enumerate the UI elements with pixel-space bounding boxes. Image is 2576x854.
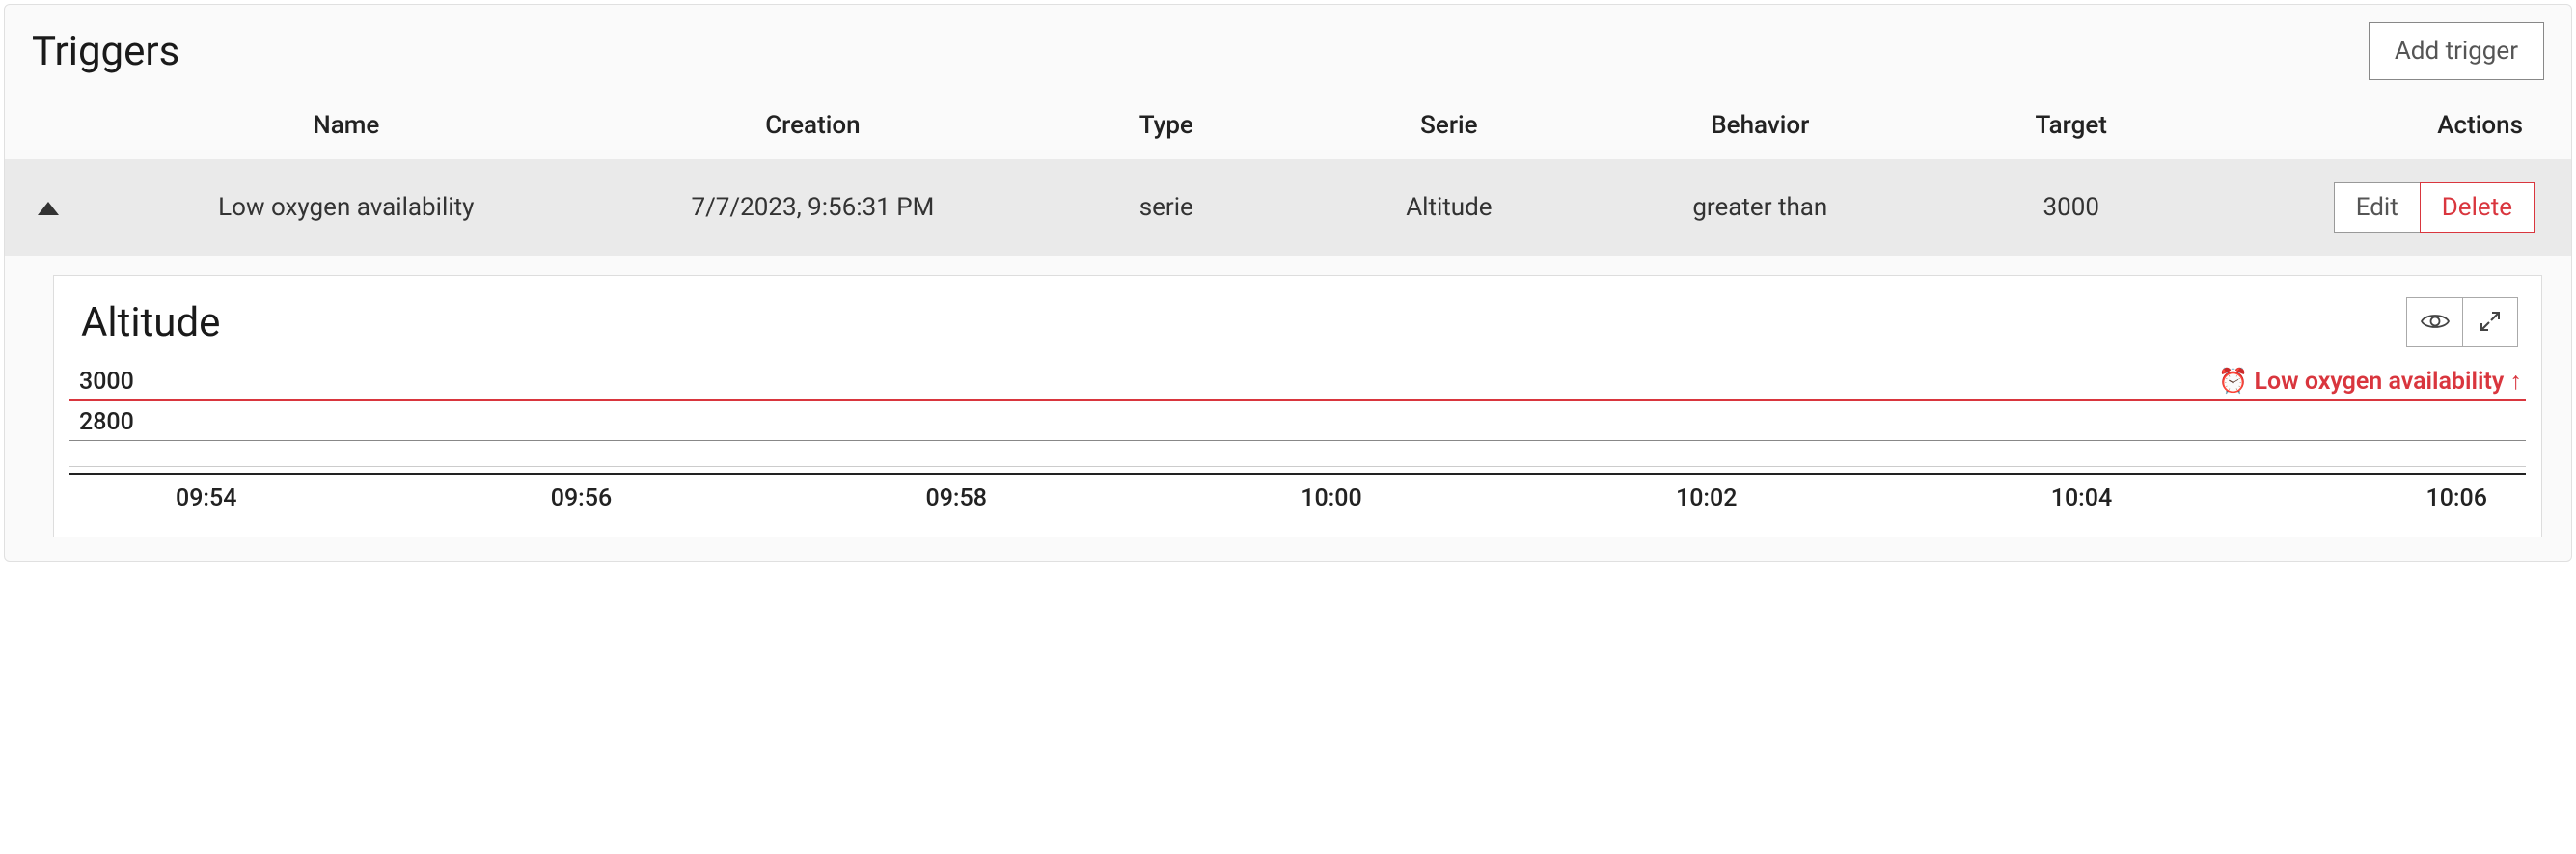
col-name: Name xyxy=(92,111,601,140)
panel-header: Triggers Add trigger xyxy=(5,5,2571,92)
expand-button[interactable] xyxy=(2462,297,2518,347)
grid-line-minor xyxy=(69,466,2526,467)
x-tick-label: 10:00 xyxy=(1301,484,1361,512)
col-creation: Creation xyxy=(601,111,1026,140)
col-actions: Actions xyxy=(2212,111,2552,140)
chart-actions xyxy=(2406,297,2518,347)
threshold-line: 3000 ⏰ Low oxygen availability ↑ xyxy=(69,399,2526,401)
chart-area: 3000 ⏰ Low oxygen availability ↑ 2800 09… xyxy=(69,365,2526,519)
expand-icon xyxy=(2479,310,2502,336)
triggers-panel: Triggers Add trigger Name Creation Type … xyxy=(4,4,2572,562)
cell-creation: 7/7/2023, 9:56:31 PM xyxy=(601,193,1026,222)
col-type: Type xyxy=(1025,111,1307,140)
cell-serie: Altitude xyxy=(1307,193,1590,222)
y-tick-label: 2800 xyxy=(79,408,134,436)
chart-header: Altitude xyxy=(69,297,2526,357)
page-title: Triggers xyxy=(32,28,179,75)
chart-title: Altitude xyxy=(81,299,220,346)
table-header-row: Name Creation Type Serie Behavior Target… xyxy=(5,92,2571,159)
col-target: Target xyxy=(1930,111,2212,140)
grid-line: 2800 xyxy=(69,440,2526,441)
x-tick-label: 10:04 xyxy=(2051,484,2112,512)
add-trigger-button[interactable]: Add trigger xyxy=(2369,22,2544,80)
x-tick-label: 09:54 xyxy=(176,484,236,512)
x-tick-label: 09:56 xyxy=(551,484,612,512)
x-ticks-row: 09:54 09:56 09:58 10:00 10:02 10:04 10:0… xyxy=(69,479,2526,512)
table-row: Low oxygen availability 7/7/2023, 9:56:3… xyxy=(5,159,2571,256)
cell-actions: Edit Delete xyxy=(2212,182,2552,233)
eye-icon xyxy=(2421,312,2450,334)
cell-type: serie xyxy=(1025,193,1307,222)
delete-button[interactable]: Delete xyxy=(2420,182,2535,233)
x-axis xyxy=(69,473,2526,475)
x-tick-label: 10:06 xyxy=(2426,484,2487,512)
col-behavior: Behavior xyxy=(1590,111,1930,140)
edit-button[interactable]: Edit xyxy=(2334,182,2420,233)
x-tick-label: 10:02 xyxy=(1676,484,1737,512)
caret-up-icon xyxy=(38,193,59,222)
cell-behavior: greater than xyxy=(1590,193,1930,222)
threshold-value-label: 3000 xyxy=(79,368,134,396)
chart-panel: Altitude xyxy=(53,275,2542,537)
cell-target: 3000 xyxy=(1930,193,2212,222)
visibility-button[interactable] xyxy=(2406,297,2462,347)
cell-name: Low oxygen availability xyxy=(92,193,601,222)
threshold-label: ⏰ Low oxygen availability ↑ xyxy=(2218,368,2522,396)
x-tick-label: 09:58 xyxy=(926,484,987,512)
expand-toggle[interactable] xyxy=(5,193,92,222)
col-serie: Serie xyxy=(1307,111,1590,140)
